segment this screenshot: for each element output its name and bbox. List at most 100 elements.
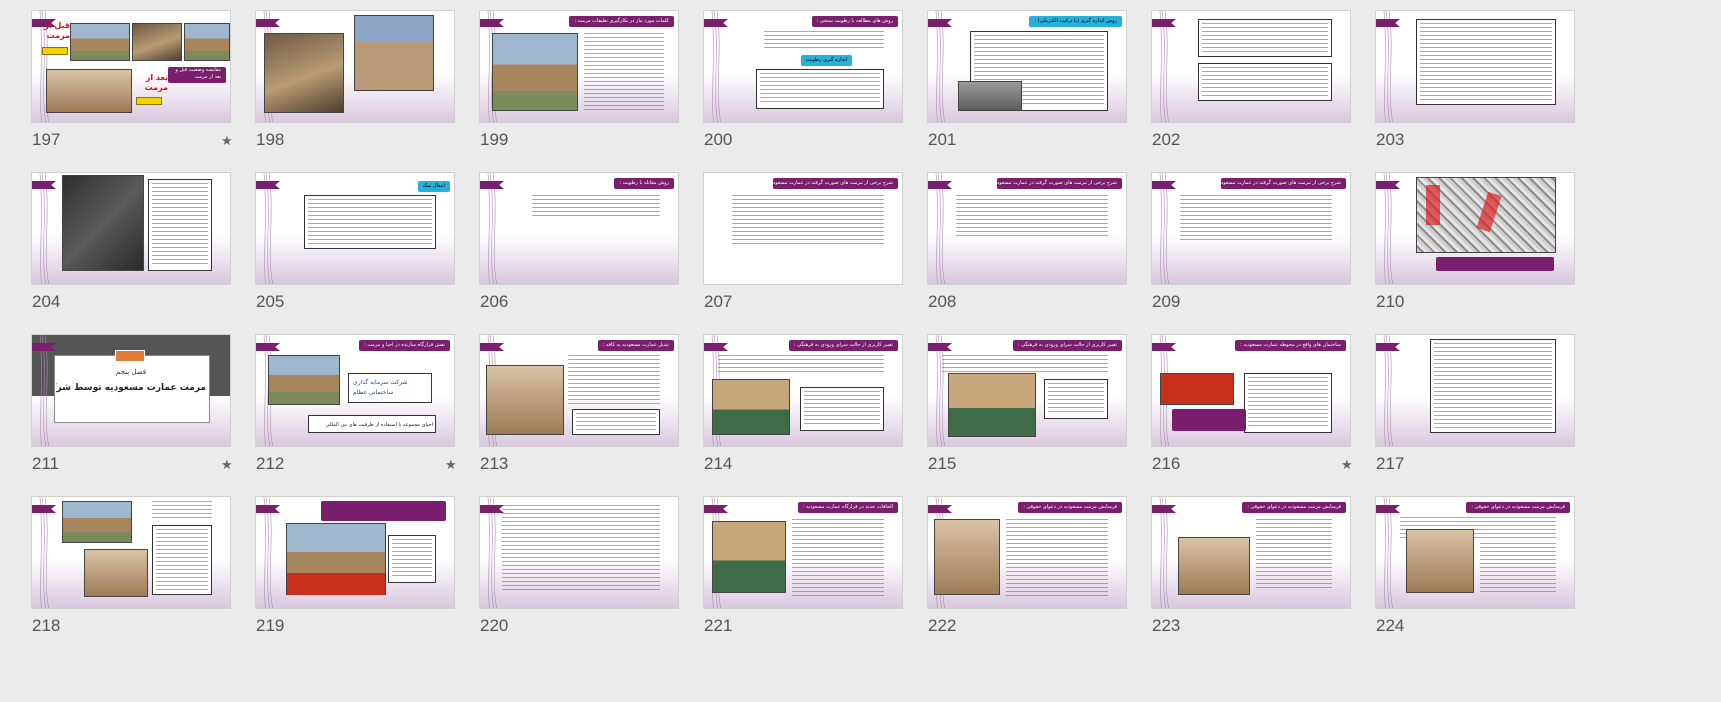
slide-thumbnail-198[interactable]: 198 xyxy=(255,10,460,149)
slide-thumbnail-201[interactable]: روش اندازه گیری (با ترکیب الکتریکی) : 201 xyxy=(927,10,1132,149)
slide-thumbnail-216[interactable]: ساختمان های واقع در محوطه عمارت مسعودیه … xyxy=(1151,334,1356,473)
photo-before-3 xyxy=(184,23,230,61)
slide-preview[interactable]: کلمات مورد نیاز در بکارگیری تعلیقات مرمت… xyxy=(479,10,679,123)
slide-preview[interactable] xyxy=(255,496,455,609)
slide-preview[interactable]: روش مقابله با رطوبت : xyxy=(479,172,679,285)
slide-preview[interactable]: الحاقات جدید در قرارگاه عمارت مسعودیه : xyxy=(703,496,903,609)
slide-number: 207 xyxy=(704,292,733,311)
photo-before-2 xyxy=(132,23,182,61)
photo-ceiling xyxy=(1178,537,1250,595)
slide-number: 216 xyxy=(1152,454,1181,473)
slide-preview[interactable] xyxy=(479,496,679,609)
text-lines xyxy=(502,505,660,593)
decorative-wave-lines xyxy=(1159,497,1169,608)
star-icon: ★ xyxy=(221,134,233,149)
slide-title: روش اندازه گیری (با ترکیب الکتریکی) : xyxy=(1029,16,1122,27)
slide-preview[interactable]: روش اندازه گیری (با ترکیب الکتریکی) : xyxy=(927,10,1127,123)
decorative-wave-lines xyxy=(935,11,945,122)
label-after-restoration: بعد از مرمت xyxy=(144,73,168,92)
slide-gradient xyxy=(480,234,678,284)
slide-preview[interactable]: فصل پنجم مرمت عمارت مسعودیه توسط شرکت عظا… xyxy=(31,334,231,447)
slide-thumbnail-209[interactable]: شرح برخی از مرمت های صورت گرفته در عمارت… xyxy=(1151,172,1356,311)
slide-number: 214 xyxy=(704,454,733,473)
slide-preview[interactable] xyxy=(1375,172,1575,285)
slide-number: 213 xyxy=(480,454,509,473)
slide-preview[interactable]: شرح برخی از مرمت های صورت گرفته در عمارت… xyxy=(927,172,1127,285)
slide-title: شرح برخی از مرمت های صورت گرفته در عمارت… xyxy=(997,178,1122,189)
slide-preview[interactable]: شرح برخی از مرمت های صورت گرفته در عمارت… xyxy=(703,172,903,285)
decorative-wave-lines xyxy=(1159,11,1169,122)
slide-number: 215 xyxy=(928,454,957,473)
slide-title: فرسایش مرمت مسعودیه در دعوای حقوقی : xyxy=(1242,502,1346,513)
slide-thumbnail-208[interactable]: شرح برخی از مرمت های صورت گرفته در عمارت… xyxy=(927,172,1132,311)
slide-thumbnail-199[interactable]: کلمات مورد نیاز در بکارگیری تعلیقات مرمت… xyxy=(479,10,684,149)
slide-flag-shape xyxy=(480,343,504,351)
label-before-restoration: قبل از مرمت xyxy=(44,21,70,40)
slide-thumbnail-212[interactable]: نقش قرارگاه سازنده در احیا و مرمت : شرکت … xyxy=(255,334,460,473)
slide-thumbnail-200[interactable]: روش های مطالعه یا رطوبت سنجی : اندازه گیر… xyxy=(703,10,908,149)
star-icon: ★ xyxy=(1341,458,1353,473)
decorative-wave-lines xyxy=(1383,497,1393,608)
slide-preview[interactable]: روش های مطالعه یا رطوبت سنجی : اندازه گیر… xyxy=(703,10,903,123)
slide-preview[interactable]: فرسایش مرمت مسعودیه در دعوای حقوقی : xyxy=(1151,496,1351,609)
slide-thumbnail-221[interactable]: الحاقات جدید در قرارگاه عمارت مسعودیه : 2… xyxy=(703,496,908,635)
slide-preview[interactable] xyxy=(31,172,231,285)
slide-thumbnail-214[interactable]: تغییر کاربری از حالت سرای ورودی به فرهنگ… xyxy=(703,334,908,473)
slide-thumbnail-205[interactable]: انتقال نمک 205 xyxy=(255,172,460,311)
map-caption xyxy=(1436,257,1554,271)
slide-title: روش مقابله با رطوبت : xyxy=(614,178,674,189)
text-lines xyxy=(1256,519,1332,589)
slide-thumbnail-210[interactable]: 210 xyxy=(1375,172,1580,311)
slide-preview[interactable]: نقش قرارگاه سازنده در احیا و مرمت : شرکت … xyxy=(255,334,455,447)
text-lines xyxy=(760,73,880,105)
section-subtitle: فصل پنجم xyxy=(115,368,147,376)
decorative-wave-lines xyxy=(487,173,497,284)
slide-thumbnail-223[interactable]: فرسایش مرمت مسعودیه در دعوای حقوقی : 223 xyxy=(1151,496,1356,635)
slide-thumbnail-217[interactable]: 217 xyxy=(1375,334,1580,473)
slide-number: 203 xyxy=(1376,130,1405,149)
yellow-arrow-icon xyxy=(42,47,68,55)
decorative-wave-lines xyxy=(39,173,49,284)
slide-preview[interactable]: تغییر کاربری از حالت سرای ورودی به فرهنگ… xyxy=(703,334,903,447)
slide-flag-shape xyxy=(1376,181,1400,189)
slide-thumbnail-222[interactable]: فرسایش مرمت مسعودیه در دعوای حقوقی : 222 xyxy=(927,496,1132,635)
slide-preview[interactable] xyxy=(255,10,455,123)
slide-thumbnail-215[interactable]: تغییر کاربری از حالت سرای ورودی به فرهنگ… xyxy=(927,334,1132,473)
decorative-wave-lines xyxy=(487,497,497,608)
slide-title: انتقال نمک xyxy=(417,181,450,192)
slide-thumbnail-220[interactable]: 220 xyxy=(479,496,684,635)
slide-preview[interactable]: تغییر کاربری از حالت سرای ورودی به فرهنگ… xyxy=(927,334,1127,447)
slide-preview[interactable] xyxy=(31,496,231,609)
slide-thumbnail-203[interactable]: 203 xyxy=(1375,10,1580,149)
slide-preview[interactable]: تبدیل عمارت مسعودیه به کافه : xyxy=(479,334,679,447)
decorative-wave-lines xyxy=(1383,173,1393,284)
slide-thumbnail-206[interactable]: روش مقابله با رطوبت : 206 xyxy=(479,172,684,311)
slide-thumbnail-213[interactable]: تبدیل عمارت مسعودیه به کافه : 213 xyxy=(479,334,684,473)
logo-line-2: ساختمانی عظام xyxy=(353,389,394,396)
slide-thumbnail-224[interactable]: فرسایش مرمت مسعودیه در دعوای حقوقی : 224 xyxy=(1375,496,1580,635)
slide-thumbnail-218[interactable]: 218 xyxy=(31,496,236,635)
slide-preview[interactable] xyxy=(1151,10,1351,123)
text-box xyxy=(1244,373,1332,433)
slide-preview[interactable]: ساختمان های واقع در محوطه عمارت مسعودیه … xyxy=(1151,334,1351,447)
slide-preview[interactable]: شرح برخی از مرمت های صورت گرفته در عمارت… xyxy=(1151,172,1351,285)
slide-number: 211 xyxy=(32,454,60,473)
slide-preview[interactable] xyxy=(1375,10,1575,123)
slide-preview[interactable]: قبل از مرمت بعد از مرمت مقایسه وضعیت قبل و… xyxy=(31,10,231,123)
slide-thumbnail-197[interactable]: قبل از مرمت بعد از مرمت مقایسه وضعیت قبل و… xyxy=(31,10,236,149)
slide-thumbnail-207[interactable]: شرح برخی از مرمت های صورت گرفته در عمارت… xyxy=(703,172,908,311)
yellow-arrow-icon xyxy=(136,97,162,105)
slide-thumbnail-204[interactable]: 204 xyxy=(31,172,236,311)
slide-number: 197 xyxy=(32,130,61,149)
slide-preview[interactable]: انتقال نمک xyxy=(255,172,455,285)
photo-garden xyxy=(948,373,1036,437)
slide-preview[interactable]: فرسایش مرمت مسعودیه در دعوای حقوقی : xyxy=(927,496,1127,609)
slide-preview[interactable]: فرسایش مرمت مسعودیه در دعوای حقوقی : xyxy=(1375,496,1575,609)
slide-number: 209 xyxy=(1152,292,1181,311)
text-lines xyxy=(1202,67,1328,97)
slide-thumbnail-211[interactable]: فصل پنجم مرمت عمارت مسعودیه توسط شرکت عظا… xyxy=(31,334,236,473)
text-box xyxy=(572,409,660,435)
slide-preview[interactable] xyxy=(1375,334,1575,447)
slide-thumbnail-202[interactable]: 202 xyxy=(1151,10,1356,149)
slide-thumbnail-219[interactable]: 219 xyxy=(255,496,460,635)
